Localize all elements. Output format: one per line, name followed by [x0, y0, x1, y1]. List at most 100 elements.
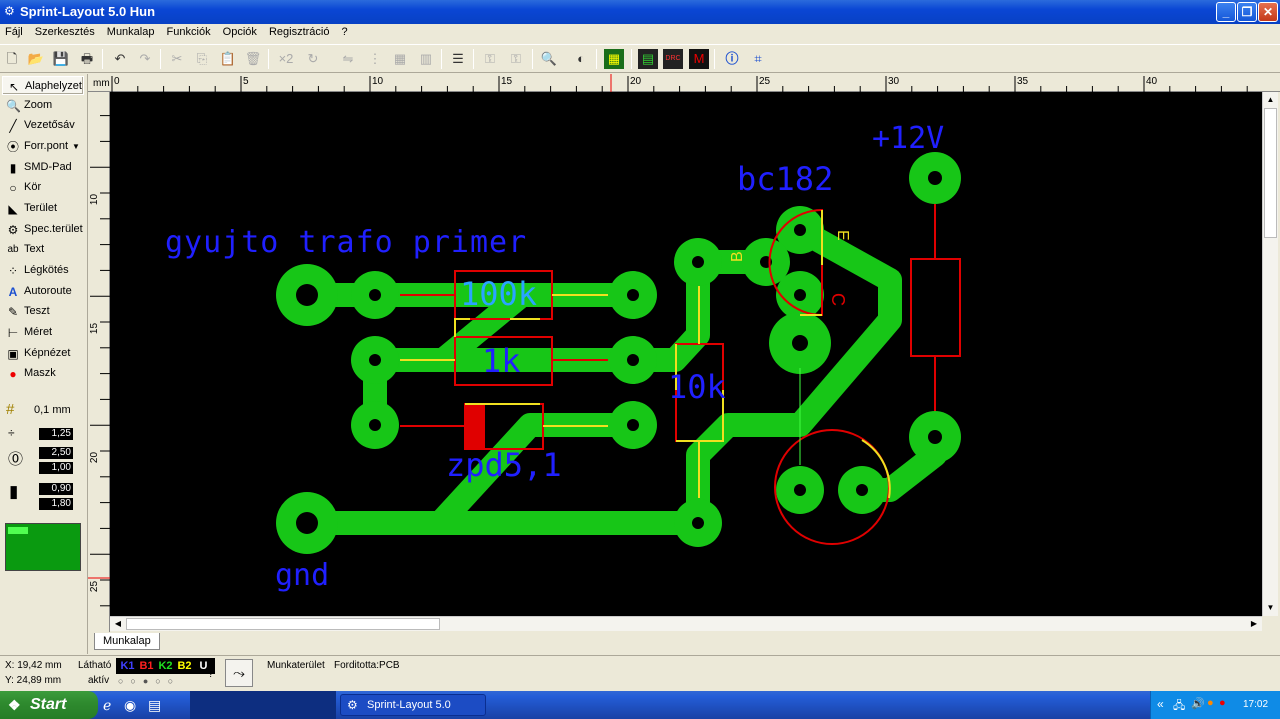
mirror-icon[interactable]: ⇋ — [338, 49, 358, 69]
board-overview[interactable] — [5, 523, 81, 571]
gerber-icon[interactable]: ▤ — [638, 49, 658, 69]
toolbar-separator — [532, 49, 533, 69]
dropdown-arrow-icon[interactable]: ▼ — [72, 137, 80, 156]
macro-icon[interactable]: M — [689, 49, 709, 69]
contrast-icon[interactable]: ◐ — [571, 49, 591, 69]
workspace-label: Munkaterület — [267, 660, 325, 671]
horizontal-scroll-thumb[interactable] — [126, 618, 440, 630]
drc-icon[interactable]: DRC — [663, 49, 683, 69]
layer-k1[interactable]: K1 — [118, 659, 137, 673]
menu-options[interactable]: Opciók — [218, 24, 261, 38]
ruler-top-ticks — [111, 74, 1248, 92]
toolbar-separator — [596, 49, 597, 69]
autoroute-icon: A — [8, 285, 18, 299]
menu-worksheet[interactable]: Munkalap — [102, 24, 159, 38]
tray-volume-icon[interactable]: 🔊 — [1191, 697, 1205, 710]
menu-file[interactable]: Fájl — [0, 24, 27, 38]
maximize-button[interactable]: ❐ — [1237, 2, 1257, 22]
layer-b1[interactable]: B1 — [137, 659, 156, 673]
window-title: Sprint-Layout 5.0 Hun — [20, 4, 156, 19]
open-icon[interactable]: 📂 — [26, 49, 46, 69]
redo-icon[interactable]: ↷ — [135, 49, 155, 69]
start-label: Start — [30, 696, 67, 713]
taskbar-task-sprint-layout[interactable]: ⚙ Sprint-Layout 5.0 — [340, 694, 486, 716]
lock-icon[interactable]: ⚿ — [480, 49, 500, 69]
minimize-button[interactable]: _ — [1216, 2, 1236, 22]
layer-b2[interactable]: B2 — [175, 659, 194, 673]
layer-k2[interactable]: K2 — [156, 659, 175, 673]
pcb-drawing[interactable]: E B C gyujto trafo primer +12V bc182 100… — [110, 92, 1262, 616]
grid-size[interactable]: 0,1 mm — [34, 404, 71, 416]
unlock-icon[interactable]: ⚿ — [506, 49, 526, 69]
tool-autoroute[interactable]: A Autoroute — [2, 282, 84, 301]
grid-icon[interactable]: # — [6, 402, 22, 418]
print-icon[interactable]: 🖶 — [77, 49, 97, 69]
menu-edit[interactable]: Szerkesztés — [30, 24, 99, 38]
rotate-icon[interactable]: ↻ — [303, 49, 323, 69]
tool-area[interactable]: ◣ Terület — [2, 199, 84, 218]
quicklaunch-ie-icon[interactable]: ℯ — [103, 697, 111, 714]
tool-circle[interactable]: ○ Kör — [2, 178, 84, 197]
pad-outer-field[interactable]: 2,50 — [39, 447, 73, 459]
tool-pad[interactable]: ⦿ Forr.pont ▼ — [2, 137, 84, 156]
group-icon[interactable]: ▦ — [390, 49, 410, 69]
duplicate-icon[interactable]: ×2 — [276, 49, 296, 69]
tool-zoom[interactable]: 🔍 Zoom — [2, 96, 84, 115]
tray-app-icon[interactable]: ● — [1207, 697, 1214, 709]
route-mode-icon[interactable]: ⤳ — [225, 659, 253, 687]
close-button[interactable]: ✕ — [1258, 2, 1278, 22]
tool-airwire[interactable]: ⁘ Légkötés — [2, 261, 84, 280]
pcb-canvas[interactable]: E B C gyujto trafo primer +12V bc182 100… — [110, 92, 1262, 616]
ungroup-icon[interactable]: ▥ — [416, 49, 436, 69]
status-bar: X: 19,42 mm Y: 24,89 mm Látható aktív K1… — [0, 655, 1280, 691]
paste-icon[interactable]: 📋 — [218, 49, 238, 69]
scroll-up-arrow[interactable]: ▲ — [1263, 92, 1278, 108]
scroll-left-arrow[interactable]: ◀ — [110, 617, 126, 631]
tool-mask[interactable]: ● Maszk — [2, 364, 84, 383]
undo-icon[interactable]: ↶ — [110, 49, 130, 69]
scroll-right-arrow[interactable]: ▶ — [1246, 617, 1262, 631]
tool-test[interactable]: ✎ Teszt — [2, 302, 84, 321]
tray-security-icon[interactable]: ● — [1219, 697, 1226, 709]
quicklaunch-app-icon[interactable]: ▤ — [148, 697, 161, 714]
horizontal-scrollbar[interactable]: ◀ ▶ — [110, 616, 1262, 631]
layers-icon[interactable]: ☰ — [448, 49, 468, 69]
quicklaunch-chrome-icon[interactable]: ◉ — [124, 697, 136, 714]
track-width-field[interactable]: 1,25 — [39, 428, 73, 440]
scroll-down-arrow[interactable]: ▼ — [1263, 600, 1278, 616]
tool-special-area[interactable]: ⚙ Spec.terület — [2, 220, 84, 239]
tool-select[interactable]: ↖ Alaphelyzet — [2, 76, 84, 95]
menu-registration[interactable]: Regisztráció — [264, 24, 334, 38]
tool-smd[interactable]: ▮ SMD-Pad — [2, 158, 84, 177]
ruler-tick-label: 25 — [89, 580, 101, 593]
delete-icon[interactable]: 🗑 — [243, 49, 263, 69]
cut-icon[interactable]: ✂ — [167, 49, 187, 69]
export-icon[interactable]: ▦ — [604, 49, 624, 69]
menu-functions[interactable]: Funkciók — [162, 24, 215, 38]
tray-expand-icon[interactable]: « — [1157, 697, 1164, 711]
tab-worksheet[interactable]: Munkalap — [94, 633, 160, 650]
align-icon[interactable]: ⋮ — [365, 49, 385, 69]
vertical-scroll-thumb[interactable] — [1264, 108, 1277, 238]
active-layer-radios[interactable]: ○○●○○ — [118, 676, 180, 686]
save-icon[interactable]: 💾 — [51, 49, 71, 69]
tool-track[interactable]: ╱ Vezetősáv — [2, 116, 84, 135]
info-icon[interactable]: ⓘ — [722, 49, 742, 69]
menu-help[interactable]: ? — [337, 24, 352, 38]
smd-height-field[interactable]: 1,80 — [39, 498, 73, 510]
smd-width-field[interactable]: 0,90 — [39, 483, 73, 495]
new-icon[interactable]: 🗋 — [2, 49, 22, 69]
vertical-scrollbar[interactable]: ▲ ▼ — [1262, 92, 1278, 616]
pad-size-icon: ⓪ — [8, 451, 24, 468]
pad-inner-field[interactable]: 1,00 — [39, 462, 73, 474]
cursor-y: Y: 24,89 mm — [5, 675, 62, 686]
tool-text[interactable]: ab Text — [2, 240, 84, 259]
zoom-icon[interactable]: 🔍 — [539, 49, 559, 69]
ruler-tick-label: 15 — [89, 322, 101, 335]
start-button[interactable]: ❖ Start — [0, 691, 98, 719]
tray-network-icon[interactable]: 🖧 — [1173, 697, 1185, 716]
tool-photoview[interactable]: ▣ Képnézet — [2, 344, 84, 363]
tool-measure[interactable]: ⊢ Méret — [2, 323, 84, 342]
copy-icon[interactable]: ⎘ — [192, 49, 212, 69]
crop-icon[interactable]: ⌗ — [748, 49, 768, 69]
